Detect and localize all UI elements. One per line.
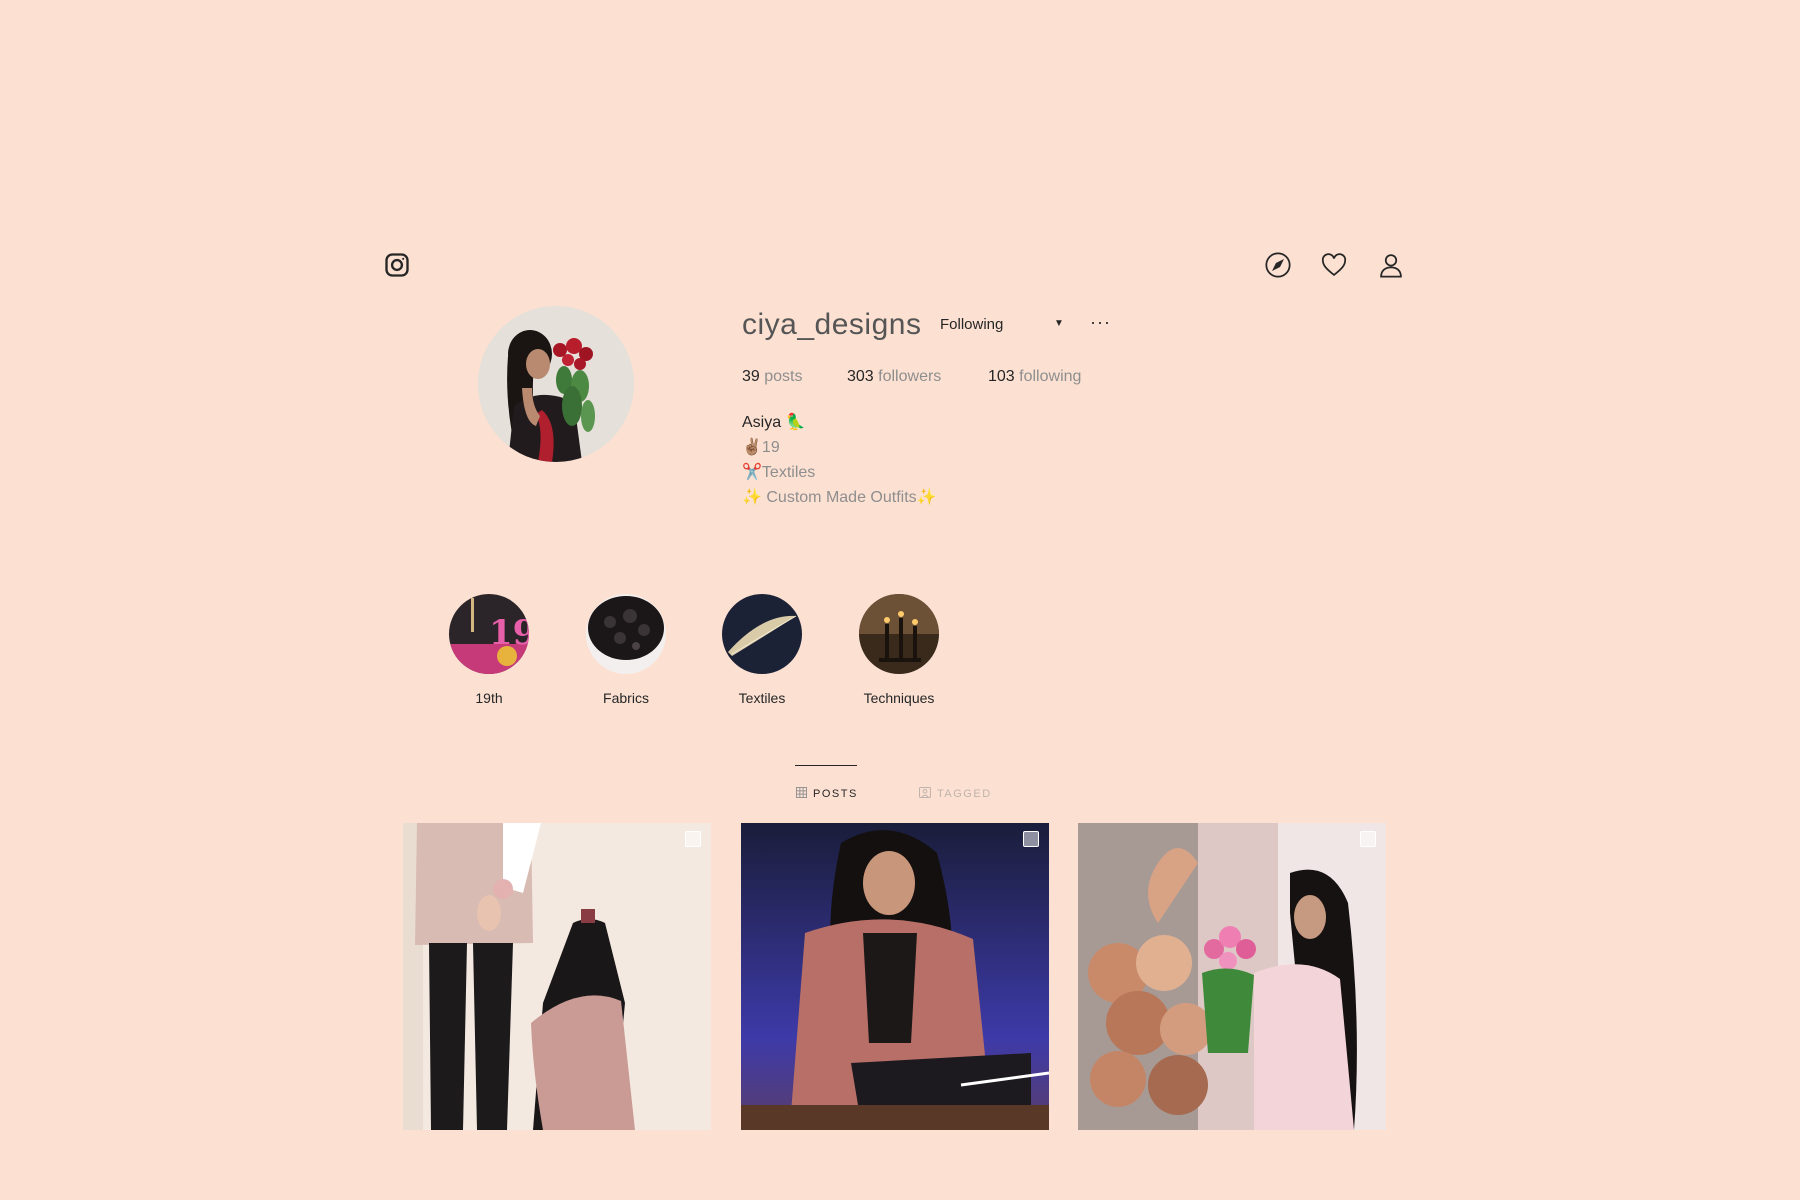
multiple-images-icon xyxy=(1023,831,1039,847)
highlight-label: Techniques xyxy=(863,690,935,706)
following-stat[interactable]: 103 following xyxy=(988,368,1081,386)
followers-count: 303 xyxy=(847,368,874,385)
followers-label: followers xyxy=(878,368,942,385)
following-count: 103 xyxy=(988,368,1015,385)
profile-avatar[interactable] xyxy=(478,306,634,462)
post-tile[interactable] xyxy=(403,823,711,1130)
post-tile[interactable] xyxy=(741,823,1049,1130)
heart-icon[interactable] xyxy=(1319,250,1349,280)
tagged-user-icon xyxy=(919,787,931,801)
bio-line-outfits: ✨ Custom Made Outfits✨ xyxy=(742,489,937,506)
tab-tagged-label: TAGGED xyxy=(937,788,992,800)
tab-tagged[interactable]: TAGGED xyxy=(919,787,992,801)
compass-icon[interactable] xyxy=(1263,250,1293,280)
highlight-label: Textiles xyxy=(738,690,786,706)
user-icon[interactable] xyxy=(1376,250,1406,280)
bio-name: Asiya 🦜 xyxy=(742,414,806,431)
posts-count-stat: 39 posts xyxy=(742,368,803,386)
multiple-images-icon xyxy=(685,831,701,847)
chevron-down-icon[interactable]: ▼ xyxy=(1054,318,1064,329)
highlight-19th[interactable]: 19 19th xyxy=(429,594,549,706)
highlight-textiles[interactable]: Textiles xyxy=(702,594,822,706)
highlight-techniques[interactable]: Techniques xyxy=(839,594,959,706)
multiple-images-icon xyxy=(1360,831,1376,847)
bio-line-textiles: ✂️Textiles xyxy=(742,464,816,481)
bio-line-age: ✌🏽19 xyxy=(742,439,780,456)
profile-username: ciya_designs xyxy=(742,308,922,341)
active-tab-indicator xyxy=(795,765,857,766)
instagram-icon[interactable] xyxy=(382,250,412,280)
more-options-button[interactable]: ··· xyxy=(1090,312,1111,333)
posts-label: posts xyxy=(764,368,803,385)
highlight-thumbnail: 19 xyxy=(449,594,529,674)
tab-posts-label: POSTS xyxy=(813,788,858,800)
highlight-thumbnail xyxy=(722,594,802,674)
highlight-fabrics[interactable]: Fabrics xyxy=(566,594,686,706)
highlight-thumbnail xyxy=(586,594,666,674)
highlight-label: 19th xyxy=(475,690,503,706)
followers-stat[interactable]: 303 followers xyxy=(847,368,941,386)
following-button[interactable]: Following xyxy=(940,316,1003,333)
grid-icon xyxy=(796,787,807,801)
post-tile[interactable] xyxy=(1078,823,1386,1130)
tab-posts[interactable]: POSTS xyxy=(796,787,858,801)
svg-text:19: 19 xyxy=(489,613,529,653)
highlight-label: Fabrics xyxy=(603,690,649,706)
posts-count: 39 xyxy=(742,368,760,385)
following-label: following xyxy=(1019,368,1082,385)
highlight-thumbnail xyxy=(859,594,939,674)
